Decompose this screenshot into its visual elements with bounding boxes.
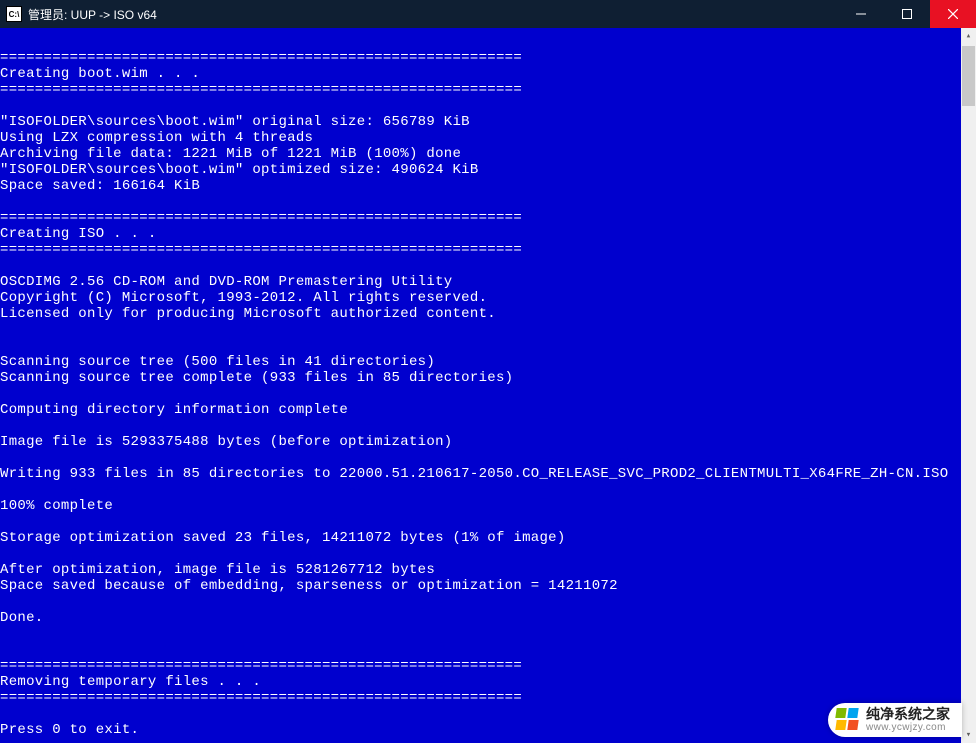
minimize-icon (856, 9, 866, 19)
close-icon (948, 9, 958, 19)
console-icon: C:\ (6, 6, 22, 22)
window-title: 管理员: UUP -> ISO v64 (28, 6, 157, 23)
watermark-badge: 纯净系统之家 www.ycwjzy.com (828, 703, 962, 737)
scroll-down-arrow-icon[interactable]: ▾ (961, 727, 976, 743)
minimize-button[interactable] (838, 0, 884, 28)
terminal-output: ========================================… (0, 28, 961, 743)
window-titlebar: C:\ 管理员: UUP -> ISO v64 (0, 0, 976, 28)
maximize-button[interactable] (884, 0, 930, 28)
scrollbar-thumb[interactable] (962, 46, 975, 106)
watermark-title: 纯净系统之家 (866, 707, 950, 722)
vertical-scrollbar[interactable]: ▴ ▾ (961, 28, 976, 743)
watermark-url: www.ycwjzy.com (866, 722, 950, 733)
watermark-logo-icon (836, 708, 860, 732)
close-button[interactable] (930, 0, 976, 28)
scroll-up-arrow-icon[interactable]: ▴ (961, 28, 976, 44)
maximize-icon (902, 9, 912, 19)
